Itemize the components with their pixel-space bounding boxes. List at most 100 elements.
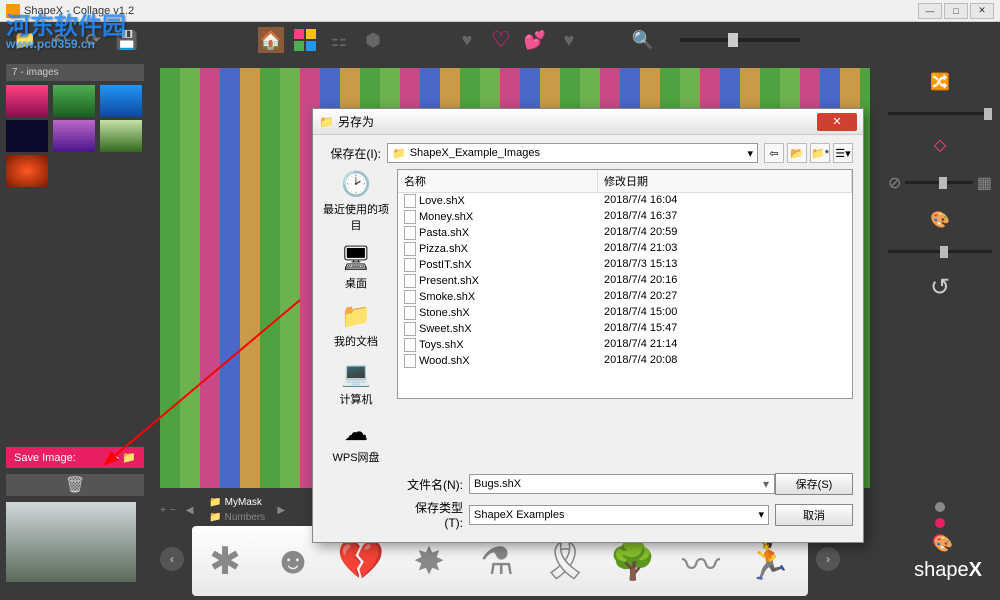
mask-shape-face[interactable]: ☻: [268, 536, 318, 586]
mask-tab-mymask[interactable]: 📁 MyMask: [203, 498, 273, 510]
file-row[interactable]: Money.shX2018/7/4 16:37: [398, 209, 852, 225]
places-桌面[interactable]: 🖥桌面: [340, 243, 372, 291]
maximize-button[interactable]: □: [944, 3, 968, 19]
save-in-label: 保存在(I):: [323, 145, 381, 162]
back-icon[interactable]: ⇦: [764, 143, 784, 163]
preview-image: [6, 502, 136, 582]
filename-input[interactable]: [469, 474, 775, 494]
pattern-icon: ▦: [977, 173, 992, 193]
file-row[interactable]: Wood.shX2018/7/4 20:08: [398, 353, 852, 369]
save-in-combo[interactable]: 📁 ShapeX_Example_Images ▾: [387, 143, 758, 163]
dots-mode-icon[interactable]: ⚏: [326, 27, 352, 53]
file-row[interactable]: Pizza.shX2018/7/4 21:03: [398, 241, 852, 257]
density-slider[interactable]: [888, 112, 992, 115]
left-panel: 7 - images Save Image: ▶ 📁 🗑: [0, 58, 150, 498]
heart-fill-icon[interactable]: ♥: [454, 27, 480, 53]
dropdown-icon[interactable]: ▾: [763, 477, 769, 491]
color-swatch[interactable]: [935, 502, 945, 512]
rotate-icon[interactable]: ◇: [888, 135, 992, 155]
window-title: ShapeX - Collage v1.2: [24, 5, 134, 17]
thumbnail[interactable]: [53, 120, 95, 152]
mask-shape-splatter[interactable]: ✸: [404, 536, 454, 586]
mask-shape-splat[interactable]: ✱: [200, 536, 250, 586]
file-row[interactable]: Smoke.shX2018/7/4 20:27: [398, 289, 852, 305]
thumbnail[interactable]: [6, 120, 48, 152]
circle-icon: ⊘: [888, 173, 901, 193]
dialog-titlebar[interactable]: 📁 另存为 ✕: [313, 109, 863, 135]
next-tab-icon[interactable]: ▶: [277, 505, 285, 516]
heart-gray-icon[interactable]: ♥: [556, 27, 582, 53]
new-folder-icon[interactable]: 📁*: [810, 143, 830, 163]
file-row[interactable]: Present.shX2018/7/4 20:16: [398, 273, 852, 289]
file-list-header[interactable]: 名称 修改日期: [398, 170, 852, 193]
zoom-icon[interactable]: 🔍: [630, 27, 656, 53]
cancel-button[interactable]: 取消: [775, 504, 853, 526]
places-最近使用的项目[interactable]: 🕑最近使用的项目: [323, 169, 389, 233]
hex-mode-icon[interactable]: ⬢: [360, 27, 386, 53]
folder-icon: 📁: [319, 115, 334, 129]
right-panel: 🔀 ◇ ⊘▦ 🎨 ↺ 🎨: [880, 58, 1000, 498]
trash-button[interactable]: 🗑: [6, 474, 144, 496]
filename-label: 文件名(N):: [403, 476, 463, 493]
mask-shape-broken-heart[interactable]: 💔: [336, 536, 386, 586]
heart-outline-icon[interactable]: ♡: [488, 27, 514, 53]
opacity-slider[interactable]: [905, 181, 972, 184]
home-icon[interactable]: 🏠: [258, 27, 284, 53]
dropdown-icon: ▾: [747, 147, 753, 160]
mask-shape-flask[interactable]: ⚗: [472, 536, 522, 586]
remove-tab-icon[interactable]: −: [170, 505, 176, 516]
scroll-left-button[interactable]: ‹: [160, 547, 184, 571]
file-row[interactable]: Love.shX2018/7/4 16:04: [398, 193, 852, 209]
save-image-button[interactable]: Save Image: ▶ 📁: [6, 447, 144, 468]
mask-shape-claw[interactable]: 〰: [676, 536, 726, 586]
thumbnail[interactable]: [53, 85, 95, 117]
reset-icon[interactable]: ↺: [888, 273, 992, 302]
app-logo: shapeX: [914, 559, 982, 582]
shuffle-icon[interactable]: 🔀: [888, 72, 992, 92]
scroll-right-button[interactable]: ›: [816, 547, 840, 571]
color-icon[interactable]: 🎨: [888, 210, 992, 230]
dialog-close-button[interactable]: ✕: [817, 113, 857, 131]
file-list[interactable]: 名称 修改日期 Love.shX2018/7/4 16:04Money.shX2…: [397, 169, 853, 399]
filetype-label: 保存类型(T):: [403, 499, 463, 530]
folder-icon: 📁: [392, 147, 406, 160]
mask-shape-tree-active[interactable]: 🌳: [608, 536, 658, 586]
filetype-combo[interactable]: ShapeX Examples ▾: [469, 505, 769, 525]
file-row[interactable]: Sweet.shX2018/7/4 15:47: [398, 321, 852, 337]
play-icon: ▶ 📁: [111, 451, 136, 464]
view-menu-icon[interactable]: ☰▾: [833, 143, 853, 163]
refresh-icon[interactable]: ⟳: [80, 27, 106, 53]
prev-tab-icon[interactable]: ◀: [186, 505, 194, 516]
top-toolbar: 📁 ↶ ⟳ 💾 🏠 ⚏ ⬢ ♥ ♡ 💕 ♥ 🔍: [0, 22, 1000, 58]
thumbnail[interactable]: [100, 120, 142, 152]
close-button[interactable]: ✕: [970, 3, 994, 19]
save-button[interactable]: 保存(S): [775, 473, 853, 495]
save-as-dialog: 📁 另存为 ✕ 保存在(I): 📁 ShapeX_Example_Images …: [312, 108, 864, 543]
add-tab-icon[interactable]: +: [160, 505, 166, 516]
zoom-slider[interactable]: [680, 38, 800, 42]
grid-mode-icon[interactable]: [292, 27, 318, 53]
thumbnail[interactable]: [6, 155, 48, 187]
file-row[interactable]: Stone.shX2018/7/4 15:00: [398, 305, 852, 321]
file-row[interactable]: Toys.shX2018/7/4 21:14: [398, 337, 852, 353]
open-folder-icon[interactable]: 📁: [12, 27, 38, 53]
places-我的文档[interactable]: 📁我的文档: [334, 301, 378, 349]
places-WPS网盘[interactable]: ☁WPS网盘: [332, 417, 379, 465]
thumbnail[interactable]: [100, 85, 142, 117]
places-计算机[interactable]: 💻计算机: [340, 359, 373, 407]
app-icon: [6, 4, 20, 18]
thumbnail[interactable]: [6, 85, 48, 117]
save-icon[interactable]: 💾: [114, 27, 140, 53]
color-swatch[interactable]: [935, 518, 945, 528]
file-row[interactable]: PostIT.shX2018/7/3 15:13: [398, 257, 852, 273]
heart-color-icon[interactable]: 💕: [522, 27, 548, 53]
file-row[interactable]: Pasta.shX2018/7/4 20:59: [398, 225, 852, 241]
undo-icon[interactable]: ↶: [46, 27, 72, 53]
minimize-button[interactable]: —: [918, 3, 942, 19]
mask-tab-numbers[interactable]: 📁 Numbers: [203, 510, 273, 522]
mask-shape-runner[interactable]: 🏃: [744, 536, 794, 586]
up-folder-icon[interactable]: 📂: [787, 143, 807, 163]
palette-icon[interactable]: 🎨: [933, 534, 947, 548]
mask-shape-ribbon[interactable]: 🎗: [540, 536, 590, 586]
color-slider[interactable]: [888, 250, 992, 253]
